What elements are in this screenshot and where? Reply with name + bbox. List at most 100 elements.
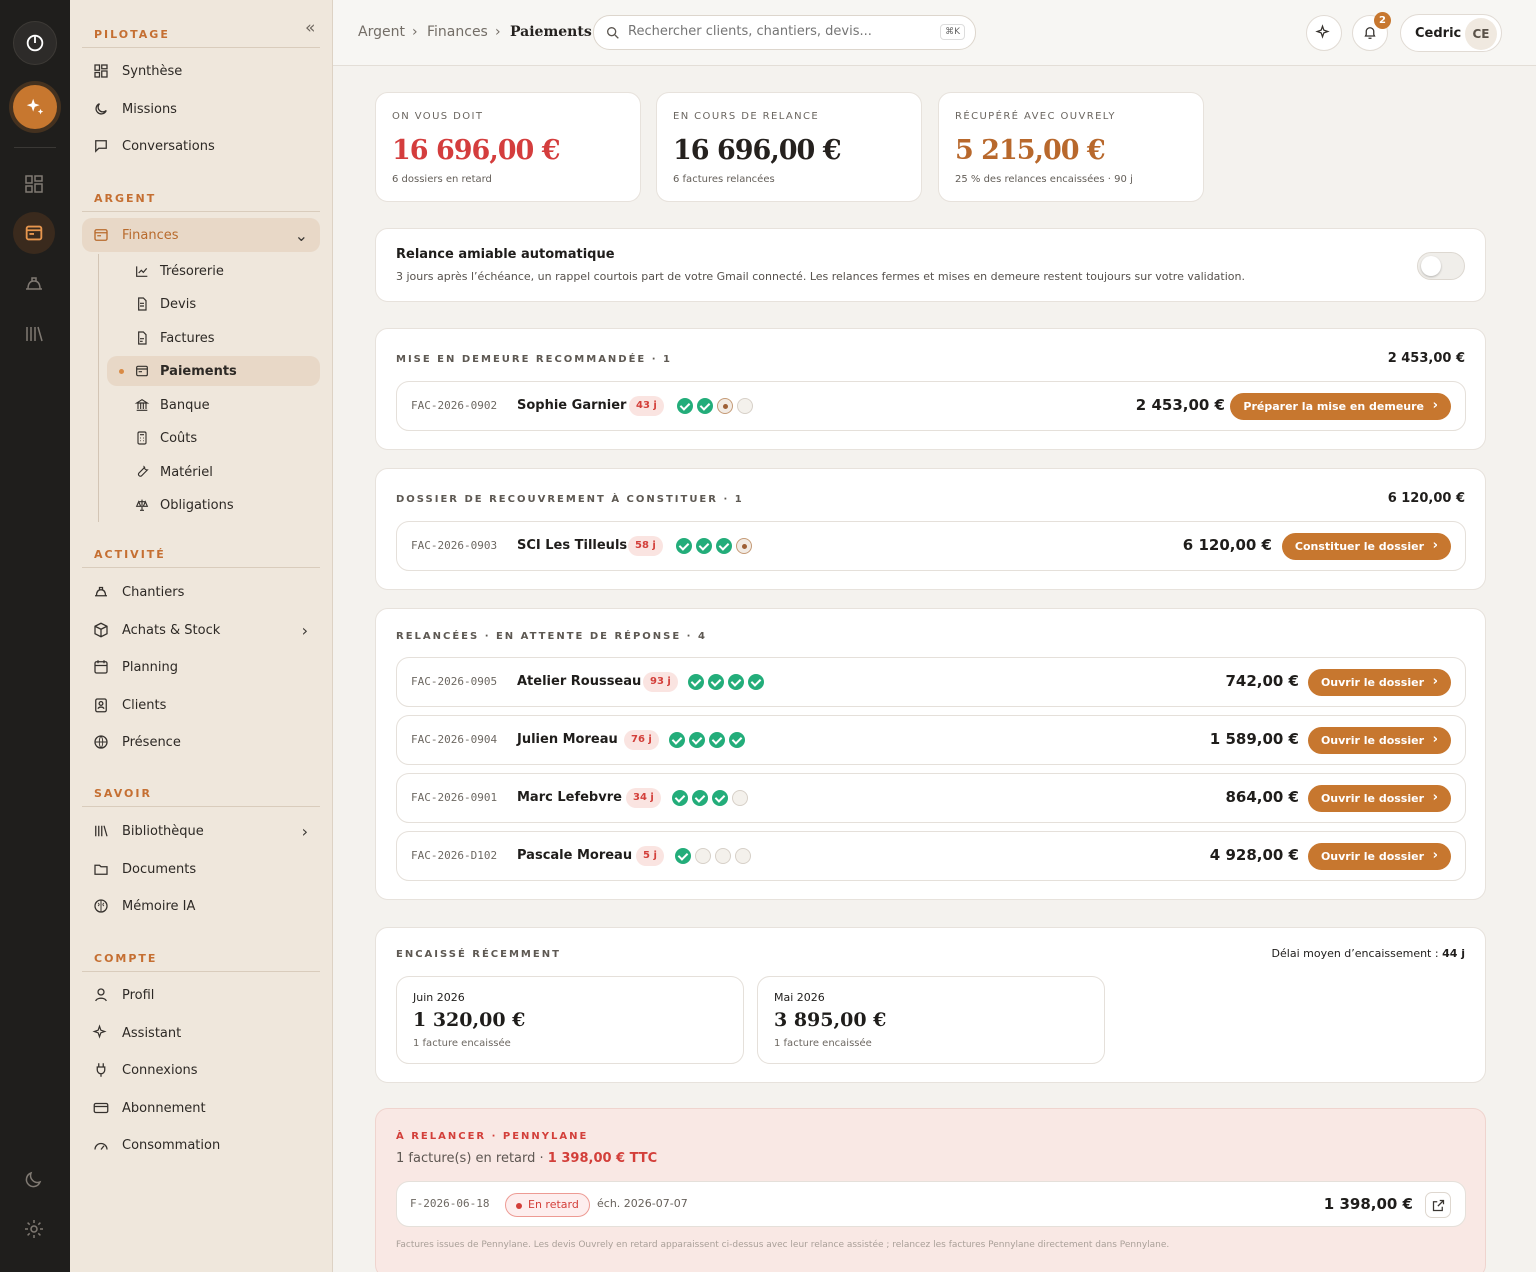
app-logo[interactable] bbox=[13, 21, 57, 65]
sidebar-item-materiel[interactable]: Matériel bbox=[107, 457, 320, 487]
overdue-badge: 93 j bbox=[643, 672, 678, 692]
sidebar-item-consommation[interactable]: Consommation bbox=[82, 1128, 320, 1162]
sidebar-item-planning[interactable]: Planning bbox=[82, 650, 320, 684]
table-row[interactable]: FAC-2026-0904 Julien Moreau 76 j 1 589,00 €… bbox=[396, 715, 1466, 765]
sidebar-item-memoire-ia[interactable]: Mémoire IA bbox=[82, 889, 320, 923]
step-icon bbox=[717, 398, 733, 414]
collapse-sidebar-icon[interactable]: « bbox=[305, 18, 315, 38]
sidebar-item-finances[interactable]: Finances ⌄ bbox=[82, 218, 320, 252]
build-file-button[interactable]: Constituer le dossier bbox=[1281, 533, 1451, 560]
recovery-file-section: DOSSIER DE RECOUVREMENT À CONSTITUER · 1… bbox=[375, 468, 1486, 590]
invoice-amount: 1 589,00 € bbox=[1209, 730, 1299, 748]
ai-quick-button[interactable] bbox=[1306, 15, 1342, 51]
table-row[interactable]: FAC-2026-0903 SCI Les Tilleuls 58 j 6 120,… bbox=[396, 521, 1466, 571]
sidebar-item-banque[interactable]: Banque bbox=[107, 390, 320, 420]
step-icon bbox=[669, 732, 685, 748]
table-row[interactable]: FAC-2026-D102 Pascale Moreau 5 j 4 928,00 €… bbox=[396, 831, 1466, 881]
sparkles-icon bbox=[92, 1024, 107, 1039]
open-file-button[interactable]: Ouvrir le dossier bbox=[1307, 785, 1451, 812]
step-icon bbox=[677, 398, 693, 414]
sidebar-item-devis[interactable]: Devis bbox=[107, 289, 320, 319]
user-menu[interactable]: Cedric CE bbox=[1400, 14, 1502, 52]
section-total: 6 120,00 € bbox=[1387, 491, 1465, 506]
sidebar-item-label: Obligations bbox=[160, 497, 234, 513]
table-row[interactable]: FAC-2026-0902 Sophie Garnier 43 j 2 453,00… bbox=[396, 381, 1466, 431]
moon-icon[interactable] bbox=[22, 1167, 46, 1191]
invoice-number: FAC-2026-0903 bbox=[411, 539, 498, 552]
breadcrumb-separator: › bbox=[412, 24, 418, 40]
kpi-subtitle: 6 factures relancées bbox=[673, 174, 775, 185]
client-name: Marc Lefebvre bbox=[517, 790, 622, 805]
sidebar-item-paiements[interactable]: Paiements bbox=[107, 356, 320, 386]
open-file-button[interactable]: Ouvrir le dossier bbox=[1307, 843, 1451, 870]
sidebar-item-conversations[interactable]: Conversations bbox=[82, 129, 320, 163]
global-search[interactable]: ⌘K bbox=[593, 15, 976, 50]
sidebar-item-synthese[interactable]: Synthèse bbox=[82, 54, 320, 88]
sidebar-item-bibliotheque[interactable]: Bibliothèque › bbox=[82, 814, 320, 848]
dashboard-icon[interactable] bbox=[22, 172, 46, 196]
sidebar-item-connexions[interactable]: Connexions bbox=[82, 1053, 320, 1087]
finance-rail-button[interactable] bbox=[13, 212, 55, 254]
sidebar-item-chantiers[interactable]: Chantiers bbox=[82, 575, 320, 609]
sidebar-item-label: Conversations bbox=[122, 138, 215, 154]
sidebar-item-missions[interactable]: Missions bbox=[82, 92, 320, 126]
sidebar-item-presence[interactable]: Présence bbox=[82, 725, 320, 759]
sidebar-item-achats-stock[interactable]: Achats & Stock › bbox=[82, 613, 320, 647]
sidebar-item-label: Assistant bbox=[122, 1025, 182, 1041]
sidebar-item-label: Devis bbox=[160, 296, 197, 312]
settings-icon[interactable] bbox=[22, 1217, 46, 1241]
sidebar-item-couts[interactable]: Coûts bbox=[107, 423, 320, 453]
formal-notice-section: MISE EN DEMEURE RECOMMANDÉE · 1 2 453,00… bbox=[375, 328, 1486, 450]
step-icon bbox=[748, 674, 764, 690]
status-dot bbox=[516, 1203, 522, 1209]
library-icon[interactable] bbox=[22, 322, 46, 346]
section-savoir: SAVOIR bbox=[94, 787, 152, 800]
overdue-badge: 43 j bbox=[629, 396, 664, 416]
step-icon bbox=[737, 398, 753, 414]
month-amount: 1 320,00 € bbox=[413, 1009, 526, 1031]
table-row[interactable]: FAC-2026-0905 Atelier Rousseau 93 j 742,00 … bbox=[396, 657, 1466, 707]
sidebar-item-documents[interactable]: Documents bbox=[82, 852, 320, 886]
open-file-button[interactable]: Ouvrir le dossier bbox=[1307, 727, 1451, 754]
average-delay: Délai moyen d’encaissement : 44 j bbox=[1272, 947, 1465, 960]
chevron-down-icon: ⌄ bbox=[294, 225, 308, 245]
sidebar-item-factures[interactable]: Factures bbox=[107, 323, 320, 353]
recent-cash-section: ENCAISSÉ RÉCEMMENT Délai moyen d’encaiss… bbox=[375, 927, 1486, 1083]
kpi-value: 16 696,00 € bbox=[392, 135, 560, 166]
open-file-button[interactable]: Ouvrir le dossier bbox=[1307, 669, 1451, 696]
sidebar-item-label: Missions bbox=[122, 101, 177, 117]
breadcrumb-finances[interactable]: Finances bbox=[427, 24, 488, 40]
section-total: 2 453,00 € bbox=[1387, 351, 1465, 366]
folder-icon bbox=[94, 864, 108, 875]
section-activite: ACTIVITÉ bbox=[94, 548, 166, 561]
breadcrumb-argent[interactable]: Argent bbox=[358, 24, 405, 40]
notifications-button[interactable]: 2 bbox=[1352, 12, 1391, 51]
sidebar-item-clients[interactable]: Clients bbox=[82, 688, 320, 722]
month-card: Juin 2026 1 320,00 € 1 facture encaissée bbox=[396, 976, 744, 1064]
top-bar: Argent › Finances › Paiements ⌘K 2 Cedri… bbox=[333, 0, 1536, 66]
automatic-reminder-toggle[interactable] bbox=[1417, 252, 1465, 280]
kpi-label: ON VOUS DOIT bbox=[392, 111, 484, 122]
sidebar-item-assistant[interactable]: Assistant bbox=[82, 1016, 320, 1050]
plug-icon bbox=[96, 1063, 106, 1077]
step-icon bbox=[732, 790, 748, 806]
table-row[interactable]: FAC-2026-0901 Marc Lefebvre 34 j 864,00 € Ou… bbox=[396, 773, 1466, 823]
prepare-formal-notice-button[interactable]: Préparer la mise en demeure bbox=[1230, 393, 1451, 420]
average-delay-value: 44 j bbox=[1442, 947, 1465, 960]
helmet-icon[interactable] bbox=[22, 272, 46, 296]
assistant-button[interactable] bbox=[13, 85, 57, 129]
step-icon bbox=[715, 848, 731, 864]
sidebar-item-label: Documents bbox=[122, 861, 197, 877]
pennylane-summary: 1 facture(s) en retard · 1 398,00 € TTC bbox=[396, 1151, 657, 1166]
table-row[interactable]: F-2026-06-18 En retard éch. 2026-07-07 1… bbox=[396, 1181, 1466, 1227]
sidebar-item-abonnement[interactable]: Abonnement bbox=[82, 1091, 320, 1125]
external-link-button[interactable] bbox=[1425, 1192, 1451, 1218]
step-icon bbox=[692, 790, 708, 806]
search-input[interactable] bbox=[628, 24, 928, 39]
sidebar-item-tresorerie[interactable]: Trésorerie bbox=[107, 256, 320, 286]
sidebar-item-profil[interactable]: Profil bbox=[82, 978, 320, 1012]
step-icon bbox=[729, 732, 745, 748]
client-name: Julien Moreau bbox=[517, 732, 618, 747]
sidebar-item-obligations[interactable]: Obligations bbox=[107, 490, 320, 520]
client-name: Atelier Rousseau bbox=[517, 674, 642, 689]
